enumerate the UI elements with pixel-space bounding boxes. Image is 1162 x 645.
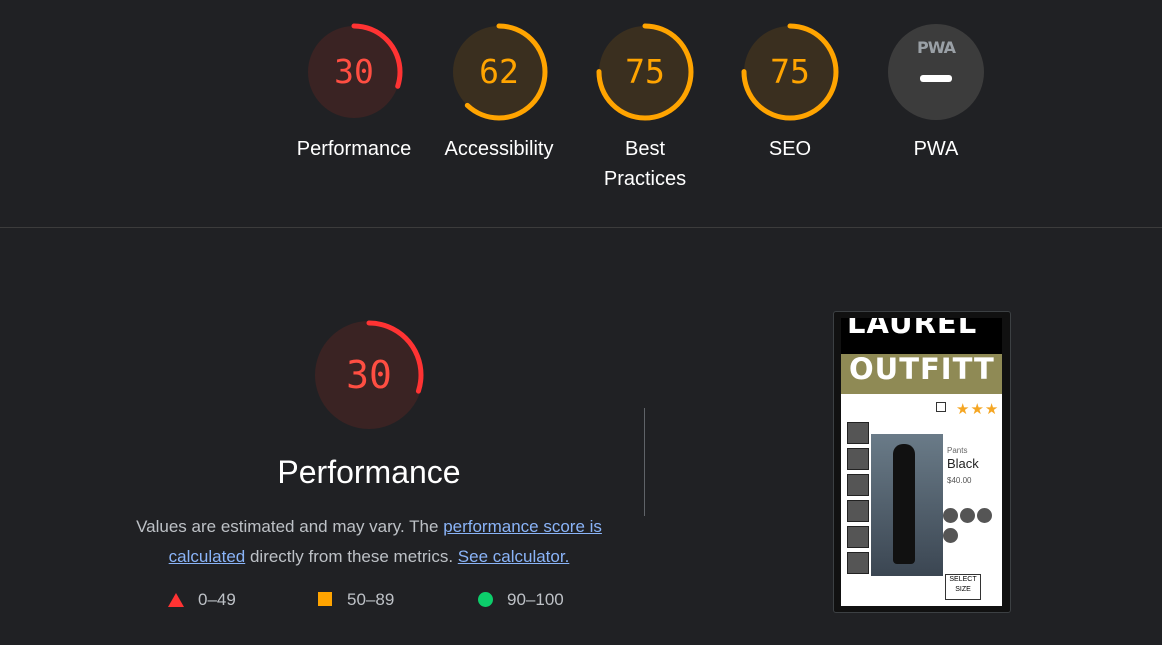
screenshot-screen: LAUREL OUTFITT ★★★ Pants Black $40.00 SE bbox=[841, 318, 1002, 606]
pwa-badge-icon bbox=[888, 24, 984, 120]
screenshot-thumbnail-strip bbox=[847, 422, 869, 578]
screenshot-product-price: $40.00 bbox=[947, 476, 972, 485]
performance-score: 30 bbox=[346, 353, 392, 397]
screenshot-model bbox=[893, 444, 915, 564]
performance-section: 30 Performance Values are estimated and … bbox=[110, 318, 628, 609]
category-gauges: 30 Performance 62 Accessibility 75 Best … bbox=[0, 22, 1162, 212]
performance-description: Values are estimated and may vary. The p… bbox=[119, 512, 619, 572]
screenshot-thumb bbox=[847, 526, 869, 548]
screenshot-product-name: Black bbox=[947, 456, 979, 471]
screenshot-thumb bbox=[847, 552, 869, 574]
calculator-link[interactable]: See calculator. bbox=[458, 547, 570, 566]
desc-prefix: Values are estimated and may vary. The bbox=[136, 517, 444, 536]
gauge-best-practices[interactable]: 75 Best Practices bbox=[580, 22, 710, 194]
page-screenshot-thumbnail[interactable]: LAUREL OUTFITT ★★★ Pants Black $40.00 SE bbox=[833, 311, 1011, 613]
legend-item-fail: 0–49 bbox=[168, 588, 236, 612]
section-divider bbox=[0, 227, 1162, 228]
screenshot-product-photo bbox=[871, 434, 943, 576]
gauge-score: 30 bbox=[334, 52, 374, 91]
gauge-label: SEO bbox=[768, 138, 812, 160]
swatch bbox=[960, 508, 975, 523]
screenshot-thumb bbox=[847, 422, 869, 444]
screenshot-product-card: ★★★ Pants Black $40.00 SELECT SIZE bbox=[845, 398, 1002, 606]
legend-range: 50–89 bbox=[347, 590, 395, 609]
swatch bbox=[943, 508, 958, 523]
rating-stars-icon: ★★★ bbox=[956, 401, 1000, 418]
gauge-ring: PWA bbox=[886, 22, 986, 122]
gauge-accessibility[interactable]: 62 Accessibility bbox=[434, 22, 564, 164]
screenshot-swatches bbox=[943, 508, 1002, 548]
gauge-label: Performance bbox=[296, 138, 412, 160]
gauge-ring: 75 bbox=[740, 22, 840, 122]
gauge-label: PWA bbox=[913, 138, 959, 160]
gauge-seo[interactable]: 75 SEO bbox=[725, 22, 855, 164]
screenshot-thumb bbox=[847, 500, 869, 522]
performance-gauge: 30 bbox=[312, 318, 426, 432]
gauge-performance[interactable]: 30 Performance bbox=[289, 22, 419, 164]
fail-triangle-icon bbox=[168, 593, 184, 607]
swatch bbox=[943, 528, 958, 543]
legend-item-pass: 90–100 bbox=[478, 588, 564, 612]
gauge-score: 75 bbox=[770, 52, 810, 91]
gauge-ring: 30 bbox=[304, 22, 404, 122]
screenshot-select-size: SELECT SIZE bbox=[945, 574, 981, 600]
desc-mid: directly from these metrics. bbox=[245, 547, 458, 566]
gauge-pwa[interactable]: PWA PWA bbox=[871, 22, 1001, 164]
expand-icon bbox=[936, 402, 946, 412]
legend-item-average: 50–89 bbox=[318, 588, 394, 612]
vertical-divider bbox=[644, 408, 645, 516]
gauge-score: 62 bbox=[479, 52, 519, 91]
swatch bbox=[977, 508, 992, 523]
screenshot-thumb bbox=[847, 448, 869, 470]
legend-range: 0–49 bbox=[198, 590, 236, 609]
screenshot-brand-line2: OUTFITT bbox=[849, 352, 995, 386]
screenshot-product-type: Pants bbox=[947, 446, 968, 455]
legend-range: 90–100 bbox=[507, 590, 564, 609]
average-square-icon bbox=[318, 592, 332, 606]
screenshot-brand-line1: LAUREL bbox=[847, 318, 978, 340]
gauge-label: Accessibility bbox=[444, 138, 554, 160]
gauge-ring: 62 bbox=[449, 22, 549, 122]
pass-circle-icon bbox=[478, 592, 493, 607]
screenshot-thumb bbox=[847, 474, 869, 496]
gauge-score: 75 bbox=[625, 52, 665, 91]
pwa-dash-icon bbox=[920, 75, 952, 82]
gauge-ring: 75 bbox=[595, 22, 695, 122]
gauge-label: Best Practices bbox=[603, 138, 687, 190]
performance-title: Performance bbox=[277, 454, 461, 490]
pwa-badge-text: PWA bbox=[916, 38, 956, 57]
